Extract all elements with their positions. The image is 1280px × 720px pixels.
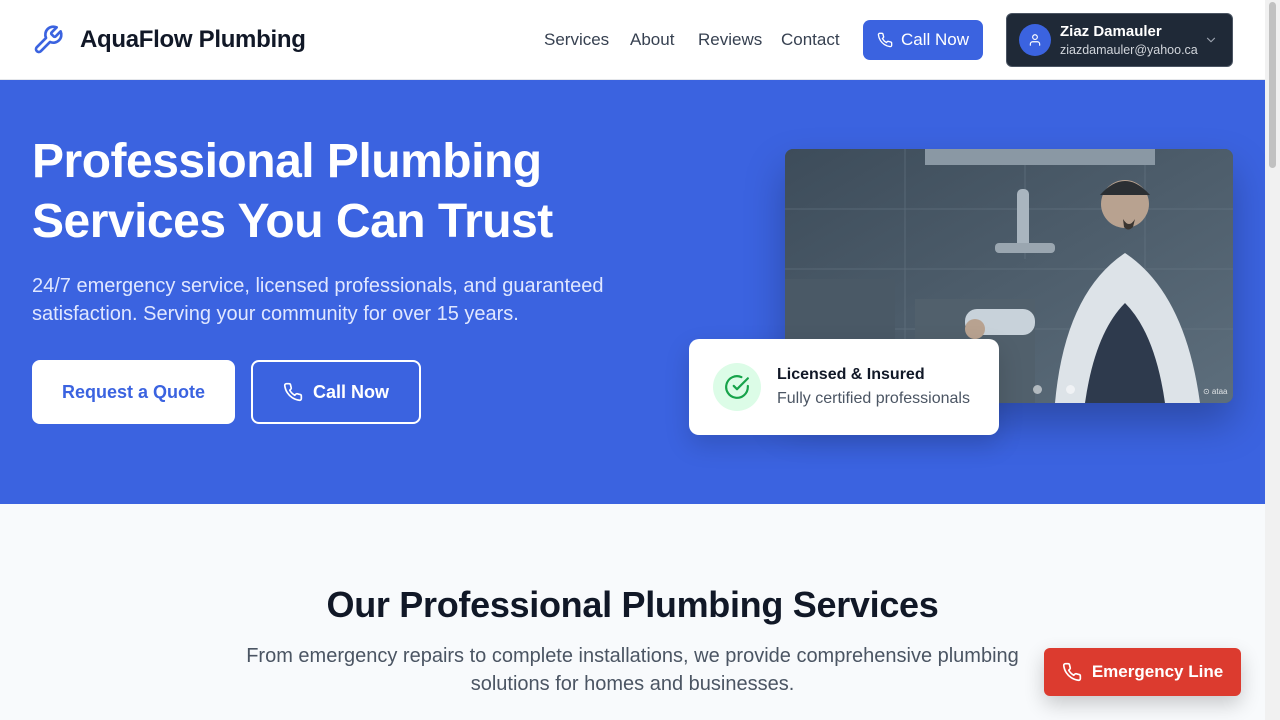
badge-title: Licensed & Insured (777, 366, 925, 383)
user-icon (1029, 34, 1041, 46)
emergency-line-label: Emergency Line (1091, 662, 1224, 681)
hero-title: Professional Plumbing Services You Can T… (32, 135, 553, 248)
user-name: Ziaz Damauler (1060, 23, 1162, 40)
badge-icon-wrapper (713, 363, 761, 411)
avatar (1019, 24, 1051, 56)
licensed-badge-card: Licensed & Insured Fully certified profe… (689, 339, 999, 435)
hero-section: Professional Plumbing Services You Can T… (0, 80, 1265, 504)
carousel-dot[interactable] (1066, 385, 1075, 394)
request-quote-button[interactable]: Request a Quote (32, 360, 235, 424)
site-header: AquaFlow Plumbing Services About Reviews… (0, 0, 1265, 80)
wrench-icon[interactable] (32, 24, 64, 56)
nav-about[interactable]: About (630, 30, 674, 50)
nav-reviews[interactable]: Reviews (698, 30, 762, 50)
brand-name[interactable]: AquaFlow Plumbing (80, 26, 306, 54)
phone-icon (877, 32, 893, 48)
phone-icon (283, 382, 303, 402)
carousel-dot[interactable] (1033, 385, 1042, 394)
chevron-down-icon (1206, 37, 1216, 43)
image-watermark: ⊙ ataa (1203, 387, 1228, 396)
call-now-label: Call Now (900, 30, 970, 49)
hero-call-now-label: Call Now (312, 381, 389, 402)
nav-services[interactable]: Services (544, 30, 609, 50)
user-menu[interactable]: Ziaz Damauler ziazdamauler@yahoo.ca (1006, 13, 1233, 67)
user-email: ziazdamauler@yahoo.ca (1060, 43, 1198, 57)
check-circle-icon (725, 375, 749, 399)
hero-call-now-button[interactable]: Call Now (251, 360, 421, 424)
emergency-line-button[interactable]: Emergency Line (1044, 648, 1241, 696)
page-scrollbar[interactable] (1265, 0, 1280, 720)
call-now-button[interactable]: Call Now (863, 20, 983, 60)
badge-subtitle: Fully certified professionals (777, 390, 970, 407)
services-title: Our Professional Plumbing Services (326, 584, 939, 625)
hero-subtitle: 24/7 emergency service, licensed profess… (32, 275, 604, 325)
nav-contact[interactable]: Contact (781, 30, 840, 50)
services-subtitle: From emergency repairs to complete insta… (246, 645, 1019, 695)
phone-icon (1062, 662, 1081, 682)
scrollbar-thumb[interactable] (1269, 2, 1276, 168)
